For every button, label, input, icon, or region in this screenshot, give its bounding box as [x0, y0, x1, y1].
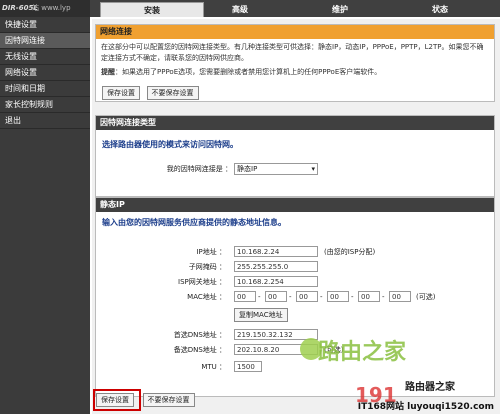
- sidebar-item-time[interactable]: 时间和日期: [0, 81, 90, 97]
- watermark-it168: IT168网站 luyouqi1520.com: [357, 402, 494, 412]
- sidebar-item-parental[interactable]: 家长控制规则: [0, 97, 90, 113]
- watermark-top: 站 www.lyp: [32, 4, 71, 12]
- save-button-top[interactable]: 保存设置: [102, 86, 140, 100]
- conn-type-subtitle: 选择路由器使用的模式来访问因特网。: [102, 140, 238, 149]
- static-ip-panel: 静态IP 输入由您的因特网服务供应商提供的静态地址信息。 IP地址 ： 10.1…: [95, 197, 495, 397]
- gateway-input[interactable]: 10.168.2.254: [234, 276, 318, 287]
- mac-input-2[interactable]: 00: [265, 291, 287, 302]
- conn-type-value: 静态IP: [237, 165, 258, 173]
- sidebar-item-wireless[interactable]: 无线设置: [0, 49, 90, 65]
- watermark-router-home: 路由之家: [318, 340, 407, 365]
- tab-status[interactable]: 状态: [400, 2, 480, 17]
- tab-setup[interactable]: 安装: [100, 2, 204, 17]
- internet-panel: 网络连接 在这部分中可以配置您的因特网连接类型。有几种连接类型可供选择：静态IP…: [95, 24, 495, 102]
- internet-note: 在这部分中可以配置您的因特网连接类型。有几种连接类型可供选择：静态IP，动态IP…: [101, 43, 484, 62]
- subnet-label: 子网掩码 ：: [188, 263, 226, 271]
- mac-input-1[interactable]: 00: [234, 291, 256, 302]
- sidebar-item-quick-setup[interactable]: 快捷设置: [0, 17, 90, 33]
- note2-text: ：如果选用了PPPoE选项，您需要删除或者禁用您计算机上的任何PPPoE客户端软…: [115, 68, 382, 76]
- conn-type-label: 我的因特网连接是 ：: [166, 165, 232, 173]
- sidebar-item-internet[interactable]: 因特网连接: [0, 33, 90, 49]
- internet-panel-title: 网络连接: [96, 25, 494, 39]
- ip-label: IP地址 ：: [196, 248, 226, 256]
- mac-label: MAC地址 ：: [187, 293, 226, 301]
- conn-type-title: 因特网连接类型: [96, 116, 494, 130]
- mac-input-3[interactable]: 00: [296, 291, 318, 302]
- conn-type-select[interactable]: 静态IP ▾: [234, 163, 318, 175]
- tab-maintenance[interactable]: 维护: [300, 2, 380, 17]
- mtu-label: MTU ：: [201, 363, 226, 371]
- mac-input-6[interactable]: 00: [389, 291, 411, 302]
- mtu-input[interactable]: 1500: [234, 361, 262, 372]
- static-ip-title: 静态IP: [96, 198, 494, 212]
- sidebar-item-logout[interactable]: 退出: [0, 113, 90, 129]
- sidebar-item-network[interactable]: 网络设置: [0, 65, 90, 81]
- main-content: 网络连接 在这部分中可以配置您的因特网连接类型。有几种连接类型可供选择：静态IP…: [92, 19, 500, 414]
- gateway-label: ISP网关地址 ：: [178, 278, 226, 286]
- nosave-button-top[interactable]: 不要保存设置: [146, 86, 199, 100]
- chevron-down-icon: ▾: [311, 165, 315, 173]
- static-ip-subtitle: 输入由您的因特网服务供应商提供的静态地址信息。: [102, 218, 286, 227]
- dns1-label: 首选DNS地址 ：: [173, 331, 226, 339]
- conn-type-panel: 因特网连接类型 选择路由器使用的模式来访问因特网。 我的因特网连接是 ： 静态I…: [95, 115, 495, 197]
- internet-note2: 提醒：如果选用了PPPoE选项，您需要删除或者禁用您计算机上的任何PPPoE客户…: [96, 67, 494, 81]
- dns2-label: 备选DNS地址 ：: [173, 346, 226, 354]
- nosave-button-bottom[interactable]: 不要保存设置: [142, 393, 195, 407]
- highlight-box: [93, 389, 141, 411]
- mac-hint: (可选): [416, 293, 436, 301]
- ip-input[interactable]: 10.168.2.24: [234, 246, 318, 257]
- mac-input-4[interactable]: 00: [327, 291, 349, 302]
- top-bar: DIR-605L 站 www.lyp 安装 高级 维护 状态: [0, 0, 500, 17]
- sidebar: 快捷设置 因特网连接 无线设置 网络设置 时间和日期 家长控制规则 退出: [0, 17, 90, 414]
- clone-mac-button[interactable]: 复制MAC地址: [234, 308, 288, 322]
- note2-bold: 提醒: [101, 68, 115, 76]
- mac-input-5[interactable]: 00: [358, 291, 380, 302]
- ip-hint: (由您的ISP分配): [324, 248, 376, 256]
- watermark-router-home2: 路由器之家: [405, 382, 455, 393]
- tab-advanced[interactable]: 高级: [206, 2, 274, 17]
- subnet-input[interactable]: 255.255.255.0: [234, 261, 318, 272]
